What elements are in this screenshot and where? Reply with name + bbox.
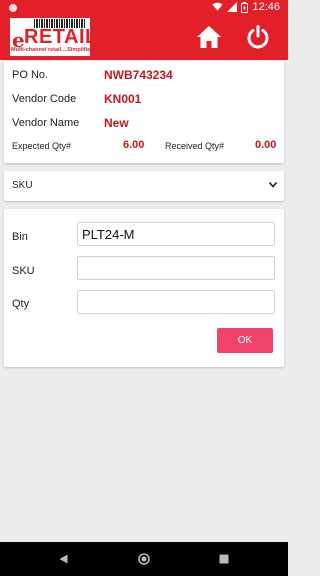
qty-label: Qty bbox=[12, 298, 30, 310]
po-value: NWB743234 bbox=[104, 68, 173, 82]
sku-input[interactable] bbox=[77, 256, 275, 280]
qty-input[interactable] bbox=[77, 290, 275, 314]
power-icon[interactable] bbox=[245, 24, 271, 50]
notification-icon bbox=[9, 4, 17, 12]
vendor-name-label: Vendor Name bbox=[12, 117, 80, 129]
app-bar: e RETAIL Multi-channel retail....Simplif… bbox=[0, 16, 288, 60]
chevron-down-icon bbox=[269, 182, 277, 188]
sku-label: SKU bbox=[12, 265, 35, 277]
received-qty-value: 0.00 bbox=[255, 139, 277, 151]
sku-dropdown[interactable]: SKU bbox=[4, 171, 284, 201]
po-label: PO No. bbox=[12, 69, 49, 81]
recents-icon[interactable] bbox=[219, 554, 229, 564]
po-info-card: PO No. NWB743234 Vendor Code KN001 Vendo… bbox=[4, 61, 284, 163]
back-icon[interactable] bbox=[59, 554, 68, 564]
vendor-code-value: KN001 bbox=[104, 92, 142, 106]
logo-tagline: Multi-channel retail....Simplified bbox=[11, 47, 94, 53]
signal-icon bbox=[227, 2, 238, 12]
status-bar: 12:46 bbox=[0, 0, 288, 16]
received-qty-label: Received Qty# bbox=[165, 141, 225, 151]
expected-qty-label: Expected Qty# bbox=[12, 141, 72, 151]
clock: 12:46 bbox=[252, 1, 280, 13]
bin-input[interactable] bbox=[77, 222, 275, 246]
sku-dropdown-value: SKU bbox=[12, 180, 33, 191]
vendor-name-value: New bbox=[104, 116, 129, 130]
home-icon[interactable] bbox=[196, 24, 222, 50]
system-icons: 12:46 bbox=[212, 1, 280, 13]
home-nav-icon[interactable] bbox=[138, 553, 150, 565]
nav-bar bbox=[0, 542, 288, 576]
expected-qty-value: 6.00 bbox=[123, 139, 145, 151]
bin-label: Bin bbox=[12, 231, 28, 243]
vendor-code-label: Vendor Code bbox=[12, 93, 77, 105]
logo-text: RETAIL bbox=[24, 26, 98, 48]
wifi-icon bbox=[212, 2, 224, 11]
ok-button[interactable]: OK bbox=[217, 328, 273, 353]
battery-icon bbox=[241, 1, 249, 13]
eretail-logo: e RETAIL Multi-channel retail....Simplif… bbox=[10, 18, 97, 56]
